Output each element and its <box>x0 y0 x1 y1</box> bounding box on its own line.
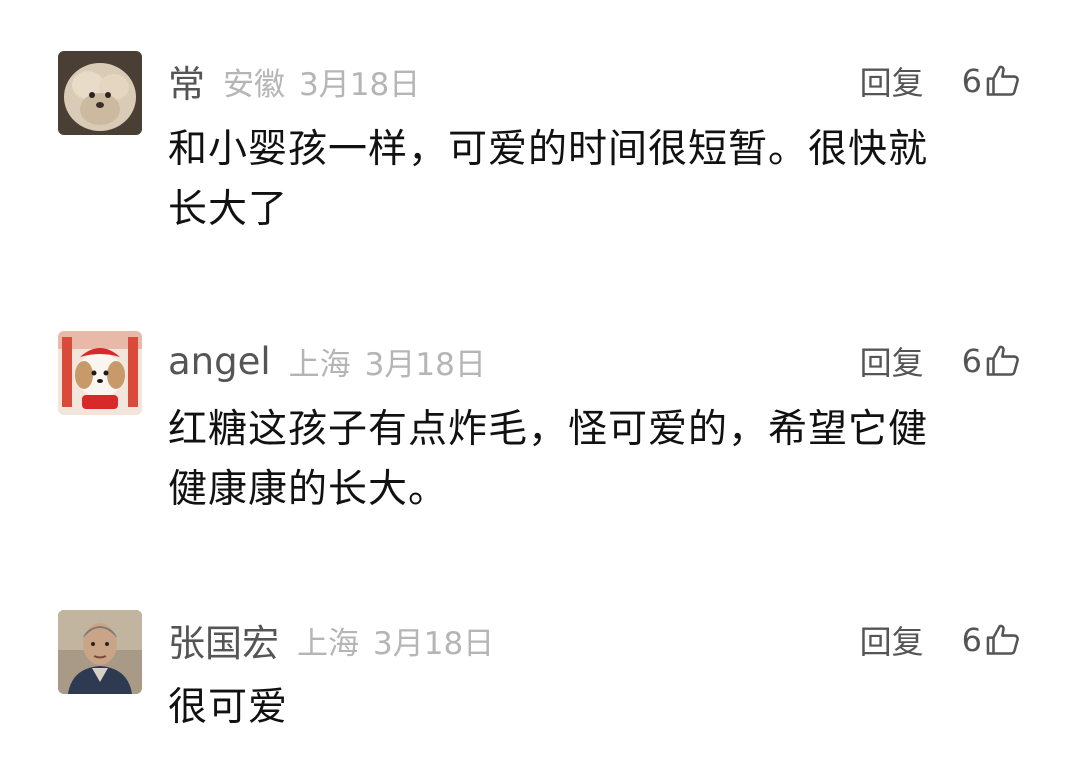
comment-actions: 回复 6 <box>860 51 1022 111</box>
thumbs-up-icon <box>986 624 1019 655</box>
reply-button[interactable]: 回复 <box>860 617 924 663</box>
reply-button[interactable]: 回复 <box>860 338 924 384</box>
reply-button[interactable]: 回复 <box>860 58 924 104</box>
comment-meta: angel 上海 3月18日 <box>168 331 486 391</box>
username[interactable]: 张国宏 <box>168 613 279 667</box>
comment-text-line: 健康康的长大。 <box>168 467 449 512</box>
comment-actions: 回复 6 <box>860 610 1022 670</box>
location: 上海 <box>288 346 351 383</box>
comment-text-line: 很可爱 <box>168 685 289 730</box>
man-avatar-icon <box>58 610 142 694</box>
comment-text-line: 长大了 <box>168 187 289 232</box>
comment-meta: 张国宏 上海 3月18日 <box>168 610 494 670</box>
comment-text-line: 红糖这孩子有点炸毛，怪可爱的，希望它健 <box>168 407 929 452</box>
avatar[interactable] <box>58 331 142 415</box>
like-button[interactable]: 6 <box>962 342 1022 380</box>
like-button[interactable]: 6 <box>962 62 1022 100</box>
like-count: 6 <box>961 342 982 380</box>
thumbs-up-icon <box>986 65 1019 96</box>
comment-text: 和小婴孩一样，可爱的时间很短暂。很快就 长大了 <box>168 120 1018 240</box>
comment-meta: 常 安徽 3月18日 <box>168 51 420 111</box>
comment-date: 3月18日 <box>364 346 486 383</box>
comment-text-line: 和小婴孩一样，可爱的时间很短暂。很快就 <box>168 127 929 172</box>
username[interactable]: 常 <box>168 54 205 108</box>
comment-text: 红糖这孩子有点炸毛，怪可爱的，希望它健 健康康的长大。 <box>168 400 1018 520</box>
comment-text: 很可爱 <box>168 678 1018 738</box>
like-count: 6 <box>961 62 982 100</box>
dog-avatar-icon <box>58 331 142 415</box>
comment-date: 3月18日 <box>299 66 421 103</box>
thumbs-up-icon <box>986 345 1019 376</box>
location: 安徽 <box>223 66 285 103</box>
like-count: 6 <box>961 621 982 659</box>
comment-date: 3月18日 <box>373 625 495 662</box>
username[interactable]: angel <box>168 340 271 383</box>
avatar[interactable] <box>58 610 142 694</box>
location: 上海 <box>297 625 359 662</box>
like-button[interactable]: 6 <box>962 621 1022 659</box>
fluffy-pet-avatar-icon <box>58 51 142 135</box>
comment-actions: 回复 6 <box>860 331 1022 391</box>
avatar[interactable] <box>58 51 142 135</box>
